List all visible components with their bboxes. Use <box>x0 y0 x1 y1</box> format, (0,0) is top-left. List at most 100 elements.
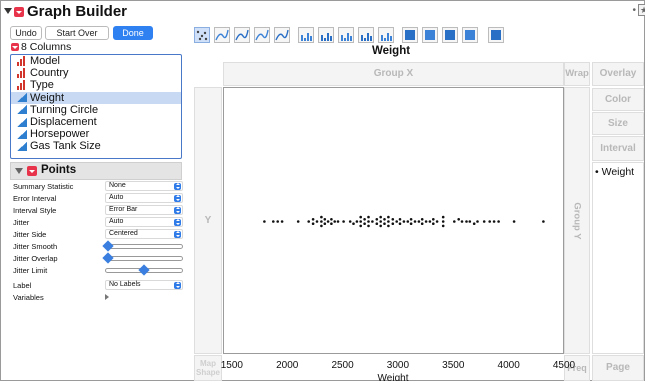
red-triangle-menu-icon[interactable] <box>27 166 37 176</box>
property-select[interactable]: Centered <box>105 229 183 239</box>
disclosure-icon[interactable] <box>15 168 23 174</box>
data-point[interactable] <box>307 220 310 223</box>
data-point[interactable] <box>367 224 370 228</box>
group-y-zone[interactable]: Group Y <box>564 87 590 354</box>
data-point[interactable] <box>391 218 395 221</box>
heatmap-icon[interactable] <box>402 27 418 43</box>
data-point[interactable] <box>542 220 545 223</box>
data-point[interactable] <box>472 222 476 225</box>
contour-icon[interactable] <box>274 27 290 43</box>
star-icon[interactable]: ★ <box>638 4 645 16</box>
data-point[interactable] <box>330 222 333 225</box>
start-over-button[interactable]: Start Over <box>45 26 109 40</box>
property-select[interactable]: Auto <box>105 193 183 203</box>
overlay-zone[interactable]: Overlay <box>592 62 644 86</box>
data-point[interactable] <box>379 220 382 223</box>
data-point[interactable] <box>342 220 345 223</box>
data-point[interactable] <box>367 220 370 223</box>
property-slider[interactable] <box>105 264 183 276</box>
data-point[interactable] <box>348 220 352 223</box>
data-point[interactable] <box>432 218 435 221</box>
data-point[interactable] <box>395 220 398 223</box>
window-menu[interactable]: • ★ <box>632 4 645 16</box>
data-point[interactable] <box>460 220 464 223</box>
column-item[interactable]: Gas Tank Size <box>11 140 181 152</box>
column-item[interactable]: Model <box>11 55 181 67</box>
data-point[interactable] <box>363 222 366 225</box>
property-select[interactable]: No Labels <box>105 280 183 290</box>
ellipse-icon[interactable] <box>254 27 270 43</box>
data-point[interactable] <box>326 220 330 223</box>
data-point[interactable] <box>323 222 327 225</box>
data-point[interactable] <box>359 224 362 228</box>
columns-header[interactable]: 8 Columns <box>11 41 71 53</box>
data-point[interactable] <box>512 220 516 223</box>
line-icon[interactable] <box>298 27 314 43</box>
treemap-icon[interactable] <box>442 27 458 43</box>
data-point[interactable] <box>315 220 319 223</box>
property-slider[interactable] <box>102 252 183 264</box>
data-point[interactable] <box>375 218 379 221</box>
smoother-icon[interactable] <box>234 27 250 43</box>
data-point[interactable] <box>320 220 323 223</box>
data-point[interactable] <box>441 220 445 223</box>
data-point[interactable] <box>468 220 472 223</box>
data-point[interactable] <box>379 215 382 219</box>
data-point[interactable] <box>409 222 413 225</box>
property-select[interactable]: None <box>105 181 183 191</box>
data-point[interactable] <box>359 220 362 223</box>
data-point[interactable] <box>280 220 284 223</box>
data-point[interactable] <box>428 220 432 223</box>
data-point[interactable] <box>379 224 382 228</box>
data-point[interactable] <box>497 220 500 223</box>
data-point[interactable] <box>336 220 340 223</box>
disclosure-icon[interactable] <box>4 8 12 14</box>
page-zone[interactable]: Page <box>592 355 644 381</box>
data-point[interactable] <box>488 220 492 223</box>
points-panel-header[interactable]: Points <box>10 162 182 180</box>
pie-icon[interactable] <box>422 27 438 43</box>
column-item[interactable]: Horsepower <box>11 128 181 140</box>
column-list[interactable]: Model Country Type Weight Turning Circle Disp… <box>10 54 182 159</box>
property-slider[interactable] <box>102 240 183 252</box>
data-point[interactable] <box>333 220 336 223</box>
data-point[interactable] <box>296 220 300 223</box>
data-point[interactable] <box>476 220 479 223</box>
map-shape-zone[interactable]: Map Shape <box>194 355 222 381</box>
data-point[interactable] <box>398 218 402 221</box>
data-point[interactable] <box>402 220 406 223</box>
data-point[interactable] <box>272 220 275 223</box>
data-point[interactable] <box>320 224 323 228</box>
column-item[interactable]: Type <box>11 79 181 91</box>
data-point[interactable] <box>363 218 366 221</box>
histogram-icon[interactable] <box>378 27 394 43</box>
data-point[interactable] <box>276 220 279 223</box>
data-point[interactable] <box>441 224 445 228</box>
column-item[interactable]: Displacement <box>11 116 181 128</box>
data-point[interactable] <box>457 218 460 221</box>
property-select[interactable]: Error Bar <box>105 205 183 215</box>
points-icon[interactable] <box>194 27 210 43</box>
data-point[interactable] <box>413 220 417 223</box>
data-point[interactable] <box>406 220 410 223</box>
column-item[interactable]: Turning Circle <box>11 104 181 116</box>
group-x-zone[interactable]: Group X <box>223 62 564 86</box>
data-point[interactable] <box>398 222 402 225</box>
color-zone[interactable]: Color <box>592 88 644 111</box>
data-point[interactable] <box>323 218 327 221</box>
interval-zone[interactable]: Interval <box>592 136 644 161</box>
bar-icon[interactable] <box>318 27 334 43</box>
data-point[interactable] <box>355 220 359 223</box>
data-point[interactable] <box>420 218 424 221</box>
data-point[interactable] <box>311 222 315 225</box>
data-point[interactable] <box>311 218 315 221</box>
data-point[interactable] <box>435 220 439 223</box>
red-triangle-menu-icon[interactable] <box>14 7 24 17</box>
red-triangle-menu-icon[interactable] <box>11 43 19 51</box>
data-point[interactable] <box>420 222 424 225</box>
done-button[interactable]: Done <box>113 26 153 40</box>
data-point[interactable] <box>453 220 456 223</box>
slider-knob[interactable] <box>102 252 114 264</box>
expand-arrow-icon[interactable] <box>105 294 109 300</box>
data-point[interactable] <box>387 224 390 228</box>
